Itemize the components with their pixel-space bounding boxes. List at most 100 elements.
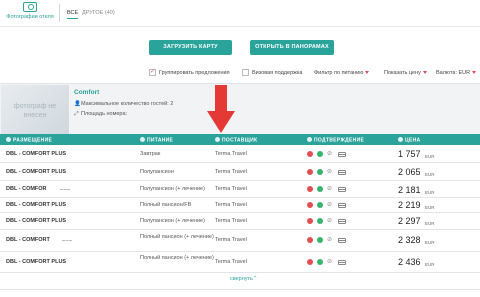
row-supplier: Terma Travel xyxy=(215,186,247,192)
camera-icon xyxy=(23,2,37,12)
max-guests-text: Максимальное количество гостей: 2 xyxy=(81,101,174,107)
row-status-icons: ⊘ xyxy=(307,151,346,157)
row-price: 2 328 xyxy=(398,235,421,245)
row-meal: Завтрак xyxy=(140,151,161,157)
row-currency: EUR xyxy=(425,172,435,177)
cancel-status-icon xyxy=(307,169,313,175)
room-info: фотограф не внесен Comfort 👤Максимальное… xyxy=(0,83,480,137)
row-supplier: Terma Travel xyxy=(215,151,247,157)
payment-card-icon xyxy=(338,186,346,192)
tab-other[interactable]: ДРУГОЕ (40) xyxy=(82,10,115,16)
table-row[interactable]: DBL - COMFORT PLUS Полный пансион (+ леч… xyxy=(0,252,480,273)
group-offers-checkbox[interactable] xyxy=(149,68,156,76)
header-supplier: ПОСТАВЩИК xyxy=(215,137,257,144)
cancel-status-icon xyxy=(307,202,313,208)
show-price-dropdown[interactable]: Показать цену xyxy=(384,70,427,76)
tab-all[interactable]: ВСЕ xyxy=(67,10,79,19)
price-icon xyxy=(398,137,403,142)
header-supplier-label: ПОСТАВЩИК xyxy=(222,137,258,144)
table-row[interactable]: DBL - COMFOR Полупансион (+ лечение) Ter… xyxy=(0,181,480,198)
no-smoking-icon: ⊘ xyxy=(327,169,333,175)
row-room-type: DBL - COMFORT xyxy=(6,237,50,243)
hotel-photos-link[interactable]: Фотографии отеля xyxy=(4,2,56,26)
row-status-icons: ⊘ xyxy=(307,218,346,224)
cancel-status-icon xyxy=(307,218,313,224)
table-row[interactable]: DBL - COMFORT PLUS Полупансион Terma Tra… xyxy=(0,163,480,181)
row-supplier: Terma Travel xyxy=(215,218,247,224)
table-row[interactable]: DBL - COMFORT PLUS Завтрак Terma Travel … xyxy=(0,145,480,163)
row-price: 2 219 xyxy=(398,200,421,210)
area-text: Площадь номера: xyxy=(81,111,128,117)
table-row[interactable]: DBL - COMFORT PLUS Полный пансион/FB Ter… xyxy=(0,198,480,213)
header-price: ЦЕНА xyxy=(398,137,420,144)
row-room-type: DBL - COMFORT PLUS xyxy=(6,202,67,208)
chevron-down-icon xyxy=(472,71,477,75)
row-meal: Полупансион xyxy=(140,169,174,175)
supplier-icon xyxy=(215,137,220,142)
row-meal: Полупансион (+ лечение) xyxy=(140,218,205,224)
cancel-status-icon xyxy=(307,151,313,157)
row-meal: Полный пансион/FB xyxy=(140,202,192,208)
no-smoking-icon: ⊘ xyxy=(327,237,333,243)
header-meal-label: ПИТАНИЕ xyxy=(147,137,174,144)
header-confirm-label: ПОДТВЕРЖДЕНИЕ xyxy=(314,137,365,144)
row-currency: EUR xyxy=(425,205,435,210)
open-panoramas-button[interactable]: ОТКРЫТЬ В ПАНОРАМАХ xyxy=(250,40,334,55)
offers-table-header: РАЗМЕЩЕНИЕ ПИТАНИЕ ПОСТАВЩИК ПОДТВЕРЖДЕН… xyxy=(0,134,480,145)
bed-icon xyxy=(6,137,11,142)
table-row[interactable]: DBL - COMFORT PLUS Полупансион (+ лечени… xyxy=(0,213,480,230)
meal-icon xyxy=(140,137,145,142)
chevron-up-icon: ⌃ xyxy=(252,276,258,282)
visa-support-label: Визовая поддержка xyxy=(252,70,303,76)
header-meal: ПИТАНИЕ xyxy=(140,137,173,144)
area-line: ⤢ Площадь номера: xyxy=(74,111,127,118)
table-row[interactable]: DBL - COMFORT Полный пансион (+ лечение)… xyxy=(0,230,480,252)
room-name[interactable]: Comfort xyxy=(74,89,99,96)
no-smoking-icon: ⊘ xyxy=(327,259,333,265)
chevron-down-icon xyxy=(422,71,427,75)
area-icon: ⤢ xyxy=(74,111,79,117)
visa-support-checkbox[interactable] xyxy=(242,69,249,76)
group-offers-label: Группировать предложения xyxy=(159,70,230,76)
cancel-status-icon xyxy=(307,259,313,265)
currency-dropdown[interactable]: Валюта: EUR xyxy=(436,70,477,76)
payment-card-icon xyxy=(338,218,346,224)
divider xyxy=(0,289,480,290)
confirm-icon xyxy=(307,137,312,142)
row-room-type: DBL - COMFORT PLUS xyxy=(6,169,67,175)
payment-card-icon xyxy=(338,151,346,157)
no-smoking-icon: ⊘ xyxy=(327,186,333,192)
confirmed-icon xyxy=(317,218,323,224)
room-photo-placeholder: фотограф не внесен xyxy=(1,85,69,137)
hotel-offers-page: Фотографии отеля ВСЕ ДРУГОЕ (40) ЗАГРУЗИ… xyxy=(0,0,480,297)
row-price: 1 757 xyxy=(398,149,421,159)
collapse-link[interactable]: свернуть⌃ xyxy=(230,276,258,282)
room-photo-label: фотограф не внесен xyxy=(13,103,57,119)
header-room-type: РАЗМЕЩЕНИЕ xyxy=(6,137,52,144)
row-meal: Полупансион (+ лечение) xyxy=(140,186,205,192)
confirmed-icon xyxy=(317,237,323,243)
currency-label: Валюта: EUR xyxy=(436,70,471,76)
row-meal: Полный пансион (+ лечение) xyxy=(140,255,214,261)
no-smoking-icon: ⊘ xyxy=(327,218,333,224)
upload-map-button[interactable]: ЗАГРУЗИТЬ КАРТУ xyxy=(149,40,232,55)
hotel-photos-label: Фотографии отеля xyxy=(6,14,54,20)
meal-filter-dropdown[interactable]: Фильтр по питанию xyxy=(314,70,370,76)
row-currency: EUR xyxy=(425,190,435,195)
row-room-type: DBL - COMFORT PLUS xyxy=(6,259,67,265)
row-status-icons: ⊘ xyxy=(307,186,346,192)
payment-card-icon xyxy=(338,202,346,208)
confirmed-icon xyxy=(317,259,323,265)
payment-card-icon xyxy=(338,237,346,243)
row-price: 2 297 xyxy=(398,216,421,226)
row-status-icons: ⊘ xyxy=(307,237,346,243)
row-currency: EUR xyxy=(425,240,435,245)
row-meal: Полный пансион (+ лечение) xyxy=(140,234,214,240)
confirmed-icon xyxy=(317,202,323,208)
filters-row: Группировать предложения Визовая поддерж… xyxy=(0,68,480,79)
meal-filter-label: Фильтр по питанию xyxy=(314,70,364,76)
payment-card-icon xyxy=(338,169,346,175)
divider xyxy=(0,26,480,27)
row-room-type: DBL - COMFORT PLUS xyxy=(6,218,67,224)
row-price: 2 181 xyxy=(398,185,421,195)
